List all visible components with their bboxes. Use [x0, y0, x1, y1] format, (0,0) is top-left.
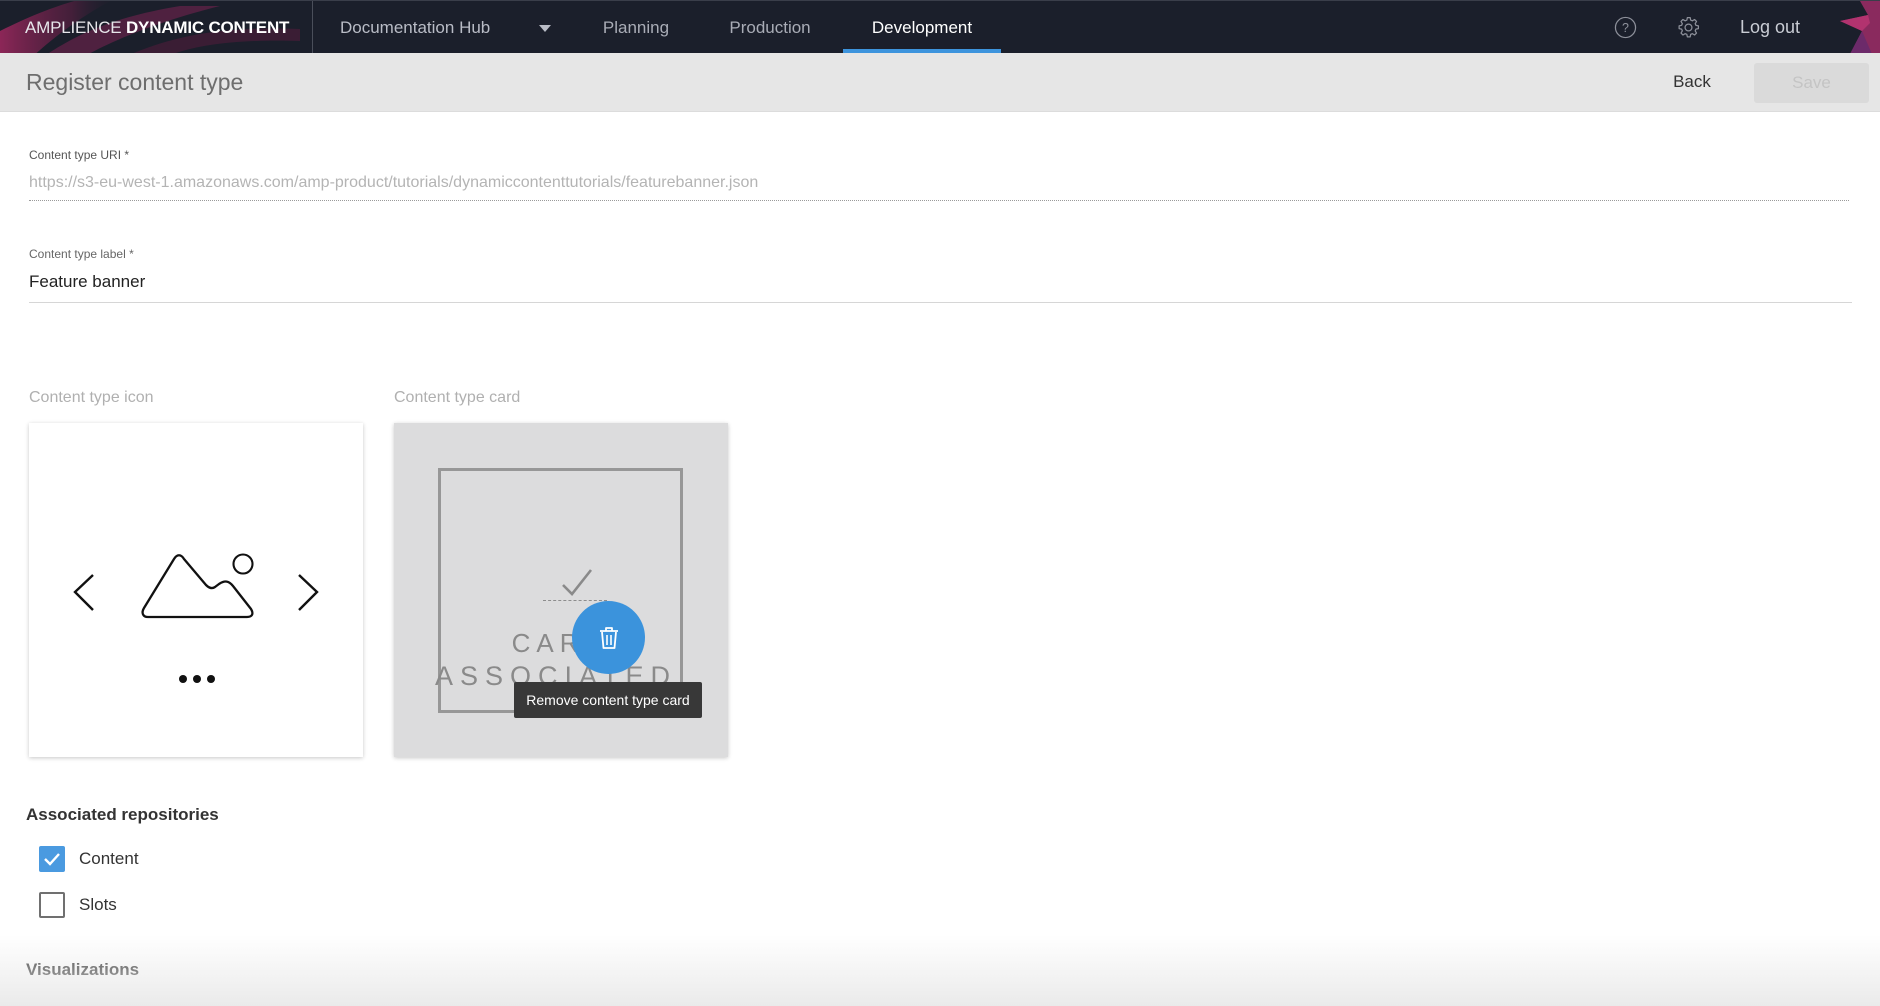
- top-navigation-bar: AMPLIENCE DYNAMIC CONTENT Documentation …: [0, 0, 1880, 53]
- checkbox-label: Content: [79, 849, 139, 868]
- tab-development[interactable]: Development: [843, 1, 1001, 53]
- uri-field-label: Content type URI *: [29, 148, 130, 162]
- repository-checkbox-content[interactable]: Content: [39, 846, 139, 872]
- card-thumbnail-frame: CARD ASSOCIATED Remove content type card: [435, 468, 702, 718]
- checkbox-checked[interactable]: [39, 846, 65, 872]
- icon-preview-caption: Content type icon: [29, 389, 154, 406]
- chevron-left-icon: [73, 574, 94, 611]
- content-type-icon-preview[interactable]: [29, 423, 363, 757]
- nav-divider: [312, 1, 313, 53]
- brand-light-text: AMPLIENCE: [25, 17, 126, 37]
- checkmark-icon: [44, 853, 60, 866]
- scroll-fade-overlay: [0, 935, 1880, 1006]
- card-dashed-rule: [543, 600, 607, 601]
- card-preview-caption: Content type card: [394, 389, 521, 406]
- checkbox-unchecked[interactable]: [39, 892, 65, 918]
- trash-icon: [599, 626, 618, 649]
- chevron-down-icon[interactable]: [539, 25, 551, 32]
- content-type-card-preview[interactable]: CARD ASSOCIATED Remove content type card: [394, 423, 728, 757]
- logout-link[interactable]: Log out: [1740, 1, 1800, 53]
- tab-production[interactable]: Production: [716, 1, 824, 53]
- remove-card-button[interactable]: [572, 601, 645, 674]
- label-field-label: Content type label *: [29, 247, 134, 261]
- landscape-image-icon: [141, 553, 254, 619]
- uri-field: https://s3-eu-west-1.amazonaws.com/amp-p…: [29, 174, 1849, 201]
- question-circle-icon[interactable]: ?: [1614, 16, 1637, 39]
- save-button[interactable]: Save: [1754, 63, 1869, 103]
- hub-selector[interactable]: Documentation Hub: [340, 1, 490, 53]
- carousel-glyph: [73, 553, 319, 683]
- chevron-right-icon: [298, 574, 319, 611]
- brand-logo[interactable]: AMPLIENCE DYNAMIC CONTENT: [25, 1, 289, 53]
- remove-card-tooltip: Remove content type card: [514, 682, 702, 718]
- associated-repositories-heading: Associated repositories: [26, 805, 219, 824]
- label-input[interactable]: Feature banner: [29, 272, 1852, 303]
- gear-icon[interactable]: [1676, 15, 1701, 40]
- repository-checkbox-slots[interactable]: Slots: [39, 892, 117, 918]
- back-button[interactable]: Back: [1660, 63, 1724, 101]
- brand-star-decoration: [1840, 1, 1880, 53]
- svg-text:?: ?: [1622, 21, 1629, 35]
- more-dots-icon: [179, 675, 215, 683]
- page-title: Register content type: [26, 69, 244, 95]
- tab-planning[interactable]: Planning: [586, 1, 686, 53]
- page-header: Register content type Back Save: [0, 53, 1880, 112]
- checkbox-label: Slots: [79, 895, 117, 914]
- visualizations-heading: Visualizations: [26, 960, 140, 979]
- brand-bold-text: DYNAMIC CONTENT: [125, 17, 290, 37]
- checkmark-icon: [562, 569, 593, 596]
